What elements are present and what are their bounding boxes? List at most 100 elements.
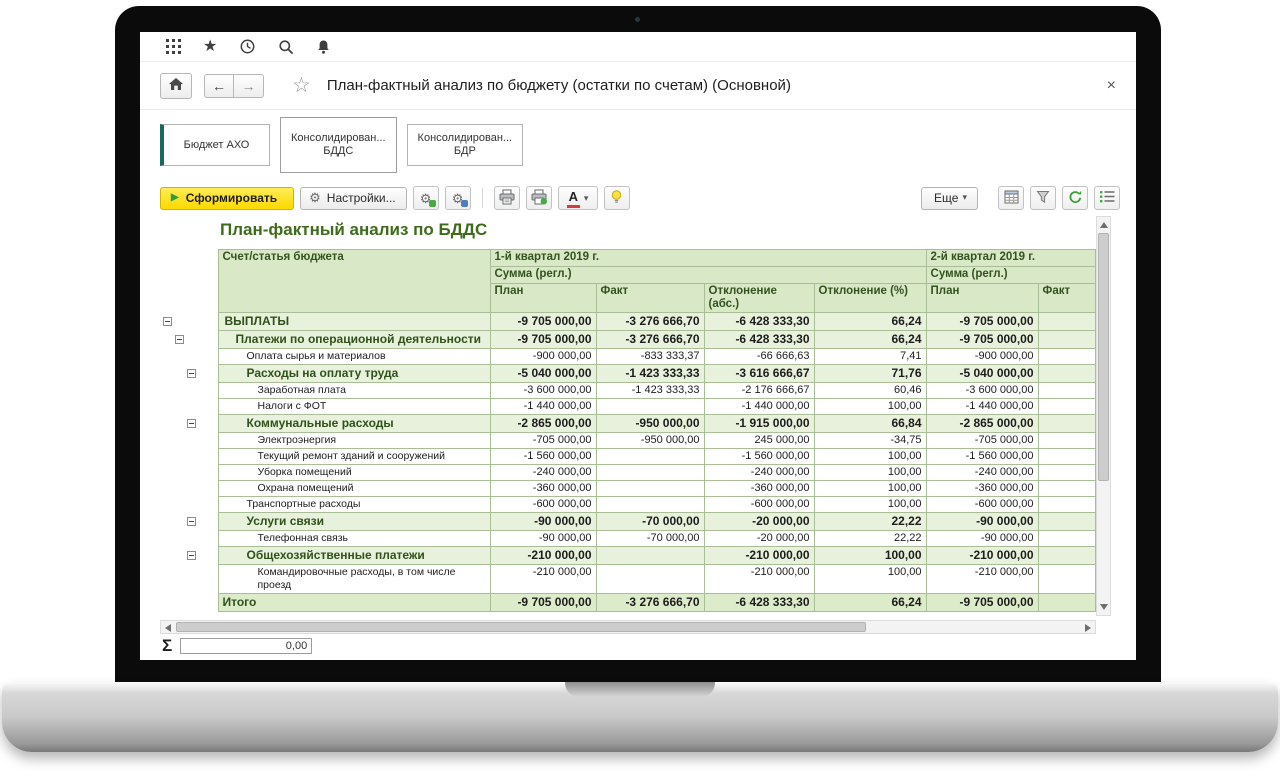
favorite-toggle-star-icon[interactable]: ☆	[292, 75, 311, 96]
cell-plan-q1[interactable]: -9 705 000,00	[490, 313, 596, 331]
row-label-cell[interactable]: Охрана помещений	[218, 481, 490, 497]
collapse-minus-icon[interactable]	[163, 317, 172, 326]
cell-plan-q2[interactable]: -210 000,00	[926, 565, 1038, 594]
cell-fact-q2[interactable]	[1038, 465, 1095, 481]
edit-variant-button[interactable]: ⚙	[445, 186, 471, 210]
favorites-star-icon[interactable]: ★	[203, 39, 217, 55]
row-label-cell[interactable]: ВЫПЛАТЫ	[218, 313, 490, 331]
cell-dev-abs[interactable]: -2 176 666,67	[704, 383, 814, 399]
cell-plan-q1[interactable]: -5 040 000,00	[490, 365, 596, 383]
cell-plan-q1[interactable]: -90 000,00	[490, 513, 596, 531]
cell-plan-q2[interactable]: -210 000,00	[926, 547, 1038, 565]
cell-dev-pct[interactable]: 100,00	[814, 481, 926, 497]
cell-fact-q1[interactable]	[596, 565, 704, 594]
table-row[interactable]: Налоги с ФОТ -1 440 000,00 -1 440 000,00…	[160, 399, 1095, 415]
cell-plan-q1[interactable]: -90 000,00	[490, 531, 596, 547]
row-tree-gutter[interactable]	[160, 313, 218, 331]
row-label-cell[interactable]: Платежи по операционной деятельности	[218, 331, 490, 349]
cell-dev-pct[interactable]: 66,84	[814, 415, 926, 433]
table-row[interactable]: Заработная плата -3 600 000,00 -1 423 33…	[160, 383, 1095, 399]
table-row[interactable]: Общехозяйственные платежи -210 000,00 -2…	[160, 547, 1095, 565]
cell-dev-pct[interactable]: 66,24	[814, 594, 926, 612]
row-tree-gutter[interactable]	[160, 365, 218, 383]
tab-consolidated-bdr[interactable]: Консолидирован... БДР	[407, 124, 524, 166]
cell-dev-pct[interactable]: 7,41	[814, 349, 926, 365]
cell-fact-q2[interactable]	[1038, 383, 1095, 399]
settings-button[interactable]: ⚙ Настройки...	[300, 187, 407, 210]
table-row[interactable]: Охрана помещений -360 000,00 -360 000,00…	[160, 481, 1095, 497]
cell-dev-abs[interactable]: 245 000,00	[704, 433, 814, 449]
select-variant-button[interactable]: ⚙	[413, 186, 439, 210]
generate-button[interactable]: ▶ Сформировать	[160, 187, 294, 210]
cell-dev-pct[interactable]: 22,22	[814, 531, 926, 547]
cell-dev-abs[interactable]: -1 560 000,00	[704, 449, 814, 465]
cell-fact-q1[interactable]	[596, 547, 704, 565]
scroll-down-icon[interactable]	[1100, 604, 1108, 610]
cell-fact-q1[interactable]: -1 423 333,33	[596, 365, 704, 383]
cell-dev-abs[interactable]: -6 428 333,30	[704, 313, 814, 331]
table-row[interactable]: Транспортные расходы -600 000,00 -600 00…	[160, 497, 1095, 513]
scroll-right-icon[interactable]	[1085, 624, 1091, 632]
cell-fact-q2[interactable]	[1038, 481, 1095, 497]
row-tree-gutter[interactable]	[160, 433, 218, 449]
cell-plan-q1[interactable]: -210 000,00	[490, 565, 596, 594]
cell-fact-q1[interactable]	[596, 497, 704, 513]
cell-fact-q1[interactable]	[596, 465, 704, 481]
cell-plan-q1[interactable]: -9 705 000,00	[490, 594, 596, 612]
cell-plan-q1[interactable]: -1 440 000,00	[490, 399, 596, 415]
cell-dev-abs[interactable]: -600 000,00	[704, 497, 814, 513]
cell-dev-abs[interactable]: -1 915 000,00	[704, 415, 814, 433]
cell-dev-pct[interactable]: 66,24	[814, 313, 926, 331]
cell-fact-q2[interactable]	[1038, 313, 1095, 331]
row-tree-gutter[interactable]	[160, 415, 218, 433]
cell-plan-q1[interactable]: -360 000,00	[490, 481, 596, 497]
row-label-cell[interactable]: Уборка помещений	[218, 465, 490, 481]
cell-plan-q2[interactable]: -3 600 000,00	[926, 383, 1038, 399]
cell-dev-pct[interactable]: 22,22	[814, 513, 926, 531]
cell-plan-q2[interactable]: -705 000,00	[926, 433, 1038, 449]
cell-dev-pct[interactable]: 100,00	[814, 497, 926, 513]
cell-fact-q1[interactable]	[596, 481, 704, 497]
cell-fact-q2[interactable]	[1038, 415, 1095, 433]
table-row[interactable]: Оплата сырья и материалов -900 000,00 -8…	[160, 349, 1095, 365]
home-button[interactable]	[160, 73, 192, 99]
cell-plan-q2[interactable]: -90 000,00	[926, 531, 1038, 547]
cell-fact-q2[interactable]	[1038, 449, 1095, 465]
more-button[interactable]: Еще ▾	[921, 187, 978, 210]
cell-dev-abs[interactable]: -1 440 000,00	[704, 399, 814, 415]
row-tree-gutter[interactable]	[160, 481, 218, 497]
cell-dev-pct[interactable]: 60,46	[814, 383, 926, 399]
horizontal-scroll-thumb[interactable]	[176, 622, 866, 632]
period-table-button[interactable]	[998, 186, 1024, 210]
cell-dev-abs[interactable]: -20 000,00	[704, 513, 814, 531]
row-label-cell[interactable]: Услуги связи	[218, 513, 490, 531]
cell-fact-q2[interactable]	[1038, 513, 1095, 531]
cell-fact-q2[interactable]	[1038, 399, 1095, 415]
row-label-cell[interactable]: Коммунальные расходы	[218, 415, 490, 433]
table-row[interactable]: Командировочные расходы, в том числе про…	[160, 565, 1095, 594]
vertical-scrollbar[interactable]	[1096, 216, 1111, 616]
row-label-cell[interactable]: Общехозяйственные платежи	[218, 547, 490, 565]
cell-fact-q1[interactable]: -1 423 333,33	[596, 383, 704, 399]
cell-dev-pct[interactable]: 66,24	[814, 331, 926, 349]
details-list-button[interactable]	[1094, 186, 1120, 210]
cell-dev-abs[interactable]: -240 000,00	[704, 465, 814, 481]
cell-dev-abs[interactable]: -66 666,63	[704, 349, 814, 365]
cell-plan-q1[interactable]: -2 865 000,00	[490, 415, 596, 433]
row-tree-gutter[interactable]	[160, 497, 218, 513]
row-tree-gutter[interactable]	[160, 399, 218, 415]
row-label-cell[interactable]: Налоги с ФОТ	[218, 399, 490, 415]
cell-dev-pct[interactable]: 100,00	[814, 449, 926, 465]
tab-budget-aho[interactable]: Бюджет АХО	[160, 124, 270, 166]
cell-fact-q1[interactable]: -950 000,00	[596, 433, 704, 449]
back-button[interactable]: ←	[204, 74, 234, 98]
cell-dev-pct[interactable]: 100,00	[814, 565, 926, 594]
cell-plan-q2[interactable]: -9 705 000,00	[926, 331, 1038, 349]
cell-fact-q2[interactable]	[1038, 531, 1095, 547]
row-tree-gutter[interactable]	[160, 383, 218, 399]
row-tree-gutter[interactable]	[160, 465, 218, 481]
row-tree-gutter[interactable]	[160, 547, 218, 565]
forward-button[interactable]: →	[234, 74, 264, 98]
row-tree-gutter[interactable]	[160, 349, 218, 365]
cell-dev-pct[interactable]: 100,00	[814, 465, 926, 481]
